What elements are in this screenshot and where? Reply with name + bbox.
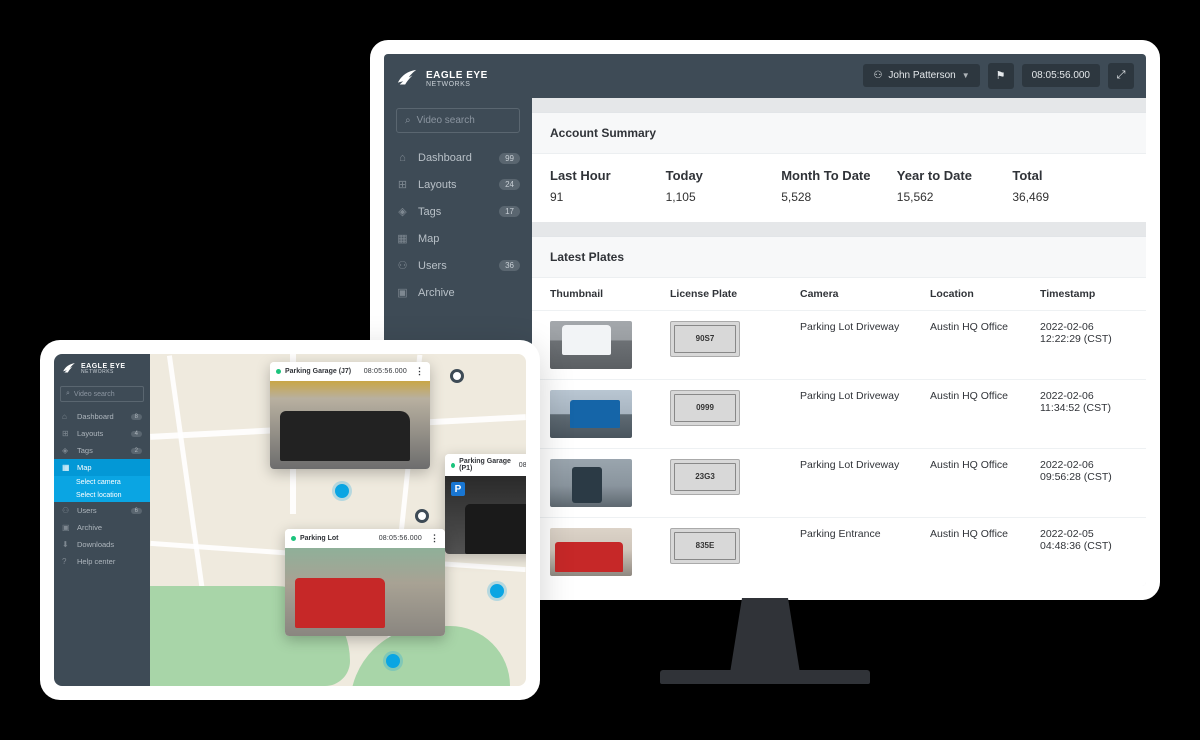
map-sub-select-camera[interactable]: Select camera (54, 476, 150, 489)
tablet-search-input[interactable]: ⌕Video search (60, 386, 144, 402)
vehicle-thumbnail (550, 321, 632, 369)
brand-name: EAGLE EYE (426, 70, 488, 81)
tablet-sidebar: EAGLE EYENETWORKS ⌕Video search ⌂Dashboa… (54, 354, 150, 686)
eagle-icon (396, 68, 418, 90)
camera-feed (445, 476, 526, 554)
brand-logo: EAGLE EYENETWORKS (384, 54, 532, 108)
map-icon: ▦ (396, 232, 409, 245)
expand-icon: ⤢ (1117, 69, 1126, 82)
archive-icon: ▣ (396, 286, 409, 299)
plate-thumbnail: 23G3 (670, 459, 740, 495)
tablet-nav-tags[interactable]: ◈Tags2 (54, 442, 150, 459)
tablet-nav-downloads[interactable]: ⬇Downloads (54, 536, 150, 553)
eagle-icon (62, 362, 76, 376)
map-marker-active[interactable] (386, 654, 400, 668)
summary-year: Year to Date15,562 (897, 168, 1013, 206)
nav-tags[interactable]: ◈Tags17 (384, 198, 532, 225)
camera-feed (270, 381, 430, 469)
plates-header-row: Thumbnail License Plate Camera Location … (532, 278, 1146, 311)
chevron-down-icon: ▼ (962, 71, 970, 80)
nav-archive[interactable]: ▣Archive (384, 279, 532, 306)
search-placeholder: Video search (417, 115, 475, 126)
summary-title: Account Summary (532, 113, 1146, 154)
content-area: Account Summary Last Hour91 Today1,105 M… (532, 98, 1146, 586)
tablet-device: EAGLE EYENETWORKS ⌕Video search ⌂Dashboa… (40, 340, 540, 700)
search-input[interactable]: ⌕ Video search (396, 108, 520, 133)
map-marker-active[interactable] (335, 484, 349, 498)
account-summary-card: Account Summary Last Hour91 Today1,105 M… (532, 112, 1146, 222)
summary-total: Total36,469 (1012, 168, 1128, 206)
kebab-icon[interactable]: ⋮ (430, 533, 439, 544)
tablet-nav-help[interactable]: ?Help center (54, 553, 150, 570)
tablet-nav-layouts[interactable]: ⊞Layouts4 (54, 425, 150, 442)
user-menu[interactable]: ⚇John Patterson▼ (863, 64, 979, 87)
tablet-nav-dashboard[interactable]: ⌂Dashboard8 (54, 408, 150, 425)
camera-feed (285, 548, 445, 636)
users-icon: ⚇ (396, 259, 409, 272)
plates-title: Latest Plates (532, 237, 1146, 278)
monitor-stand (665, 598, 865, 698)
status-dot-icon (276, 369, 281, 374)
flag-button[interactable]: ⚑ (988, 63, 1014, 89)
nav-dashboard[interactable]: ⌂Dashboard99 (384, 145, 532, 171)
vehicle-thumbnail (550, 459, 632, 507)
plate-row[interactable]: 835E Parking Entrance Austin HQ Office 2… (532, 518, 1146, 586)
camera-popup[interactable]: Parking Garage (P1)08:05:56.000⋮ (445, 454, 526, 554)
topbar: ⚇John Patterson▼ ⚑ 08:05:56.000 ⤢ (532, 54, 1146, 98)
plate-detection-box (337, 616, 361, 626)
summary-today: Today1,105 (666, 168, 782, 206)
map-marker-active[interactable] (490, 584, 504, 598)
nav-layouts[interactable]: ⊞Layouts24 (384, 171, 532, 198)
plate-detection-box (380, 445, 410, 459)
grid-icon: ⊞ (396, 178, 409, 191)
flag-icon: ⚑ (996, 69, 1006, 82)
vehicle-thumbnail (550, 528, 632, 576)
user-icon: ⚇ (873, 70, 882, 81)
fullscreen-button[interactable]: ⤢ (1108, 63, 1134, 89)
map-view[interactable]: Parking Garage (J7)08:05:56.000⋮ Parking… (150, 354, 526, 686)
kebab-icon[interactable]: ⋮ (415, 366, 424, 377)
status-dot-icon (291, 536, 296, 541)
plate-thumbnail: 835E (670, 528, 740, 564)
plate-row[interactable]: 0999 Parking Lot Driveway Austin HQ Offi… (532, 380, 1146, 449)
summary-last-hour: Last Hour91 (550, 168, 666, 206)
plate-row[interactable]: 23G3 Parking Lot Driveway Austin HQ Offi… (532, 449, 1146, 518)
tablet-nav-users[interactable]: ⚇Users6 (54, 502, 150, 519)
brand-sub: NETWORKS (426, 81, 488, 88)
brand-logo: EAGLE EYENETWORKS (54, 354, 150, 386)
nav-list: ⌂Dashboard99 ⊞Layouts24 ◈Tags17 ▦Map ⚇Us… (384, 145, 532, 306)
status-dot-icon (451, 463, 455, 468)
tag-icon: ◈ (396, 205, 409, 218)
plate-thumbnail: 90S7 (670, 321, 740, 357)
tablet-nav-archive[interactable]: ▣Archive (54, 519, 150, 536)
search-icon: ⌕ (405, 115, 411, 126)
plate-row[interactable]: 90S7 Parking Lot Driveway Austin HQ Offi… (532, 311, 1146, 380)
map-marker[interactable] (450, 369, 464, 383)
time-display[interactable]: 08:05:56.000 (1022, 64, 1100, 87)
nav-users[interactable]: ⚇Users36 (384, 252, 532, 279)
main-content: ⚇John Patterson▼ ⚑ 08:05:56.000 ⤢ Accoun… (532, 54, 1146, 586)
tablet-nav-map[interactable]: ▦Map (54, 459, 150, 476)
home-icon: ⌂ (396, 152, 409, 164)
vehicle-thumbnail (550, 390, 632, 438)
map-marker[interactable] (415, 509, 429, 523)
camera-popup[interactable]: Parking Garage (J7)08:05:56.000⋮ (270, 362, 430, 469)
summary-month: Month To Date5,528 (781, 168, 897, 206)
camera-popup[interactable]: Parking Lot08:05:56.000⋮ (285, 529, 445, 636)
latest-plates-card: Latest Plates Thumbnail License Plate Ca… (532, 236, 1146, 586)
nav-map[interactable]: ▦Map (384, 225, 532, 252)
search-icon: ⌕ (66, 390, 70, 398)
map-sub-select-location[interactable]: Select location (54, 489, 150, 502)
plate-thumbnail: 0999 (670, 390, 740, 426)
